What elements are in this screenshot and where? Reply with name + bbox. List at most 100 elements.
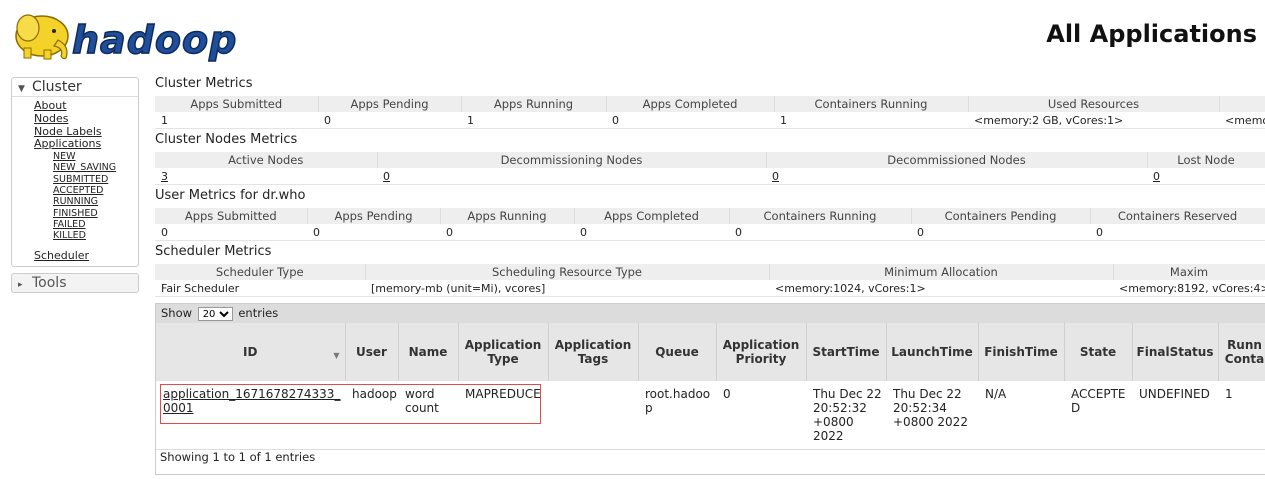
col-header: Containers Reserved: [1090, 208, 1265, 224]
cell-start-time: Thu Dec 22 20:52:32 +0800 2022: [806, 381, 886, 450]
col-header-application-tags[interactable]: Application Tags: [548, 323, 639, 381]
sidebar-link-submitted[interactable]: SUBMITTED: [53, 174, 138, 185]
sidebar-link-finished[interactable]: FINISHED: [53, 208, 138, 219]
sidebar: ▼ Cluster About Nodes Node Labels Applica…: [11, 77, 139, 294]
id-header-label: ID: [243, 345, 258, 359]
cell-type: MAPREDUCE: [458, 381, 548, 450]
col-header-name[interactable]: Name: [398, 323, 459, 381]
col-header: [1219, 96, 1265, 112]
col-header-user[interactable]: User: [345, 323, 399, 381]
cluster-links: About Nodes Node Labels Applications NEW…: [12, 97, 138, 266]
cell-finish-time: N/A: [978, 381, 1064, 450]
col-header-state[interactable]: State: [1064, 323, 1133, 381]
tools-menu: ▸ Tools: [11, 273, 139, 294]
metric-value: <memory:8192, vCores:4>: [1113, 280, 1265, 297]
sidebar-link-running[interactable]: RUNNING: [53, 196, 138, 207]
tools-menu-header[interactable]: ▸ Tools: [12, 274, 138, 292]
show-label: Show: [161, 306, 193, 320]
sidebar-link-killed[interactable]: KILLED: [53, 230, 138, 241]
sidebar-link-nodes[interactable]: Nodes: [34, 112, 138, 126]
caret-right-icon: ▸: [18, 280, 23, 291]
user-metrics-title: User Metrics for dr.who: [155, 188, 306, 203]
page-size-select[interactable]: 20: [197, 307, 233, 321]
col-header: Containers Running: [729, 208, 912, 224]
cluster-menu-header[interactable]: ▼ Cluster: [12, 78, 138, 97]
col-header: Containers Running: [774, 96, 969, 112]
applications-panel: Show 20 entries ID ▼ User Name Applicatio…: [155, 303, 1265, 475]
col-header: Apps Running: [440, 208, 575, 224]
metric-value: <memo: [1219, 112, 1265, 129]
col-header-running-containers[interactable]: Runn Conta: [1218, 323, 1265, 381]
entries-label: entries: [238, 306, 279, 320]
caret-down-icon: ▼: [18, 84, 25, 94]
cell-launch-time: Thu Dec 22 20:52:34 +0800 2022: [886, 381, 978, 450]
tools-label: Tools: [32, 275, 67, 292]
cell-priority: 0: [716, 381, 806, 450]
col-header: Decommissioning Nodes: [377, 152, 767, 168]
cell-running-containers: 1: [1218, 381, 1265, 450]
page-size-control: Show 20 entries: [156, 304, 1265, 323]
metric-value: 0: [911, 224, 1090, 241]
col-header: Containers Pending: [911, 208, 1091, 224]
lost-nodes-link[interactable]: 0: [1153, 170, 1160, 183]
application-id-link[interactable]: application_1671678274333_0001: [163, 387, 340, 415]
col-header: Decommissioned Nodes: [766, 152, 1148, 168]
header: hadoop All Applications: [0, 0, 1265, 72]
sidebar-link-new[interactable]: NEW: [53, 151, 138, 162]
scheduler-metrics-title: Scheduler Metrics: [155, 244, 272, 259]
metric-value: 0: [574, 224, 729, 241]
metric-value: 0: [307, 224, 440, 241]
sidebar-link-new-saving[interactable]: NEW_SAVING: [53, 162, 138, 173]
col-header-queue[interactable]: Queue: [638, 323, 717, 381]
cluster-menu: ▼ Cluster About Nodes Node Labels Applica…: [11, 77, 139, 268]
metric-value: [memory-mb (unit=Mi), vcores]: [365, 280, 769, 297]
table-row: application_1671678274333_0001 hadoop wo…: [156, 381, 1265, 450]
col-header-final-status[interactable]: FinalStatus: [1132, 323, 1219, 381]
col-header: Apps Pending: [307, 208, 441, 224]
metric-value: 0: [1090, 224, 1265, 241]
metric-value: 0: [440, 224, 574, 241]
cell-tags: [548, 381, 638, 450]
metric-value: 0: [318, 112, 461, 129]
sidebar-link-about[interactable]: About: [34, 99, 138, 113]
table-info: Showing 1 to 1 of 1 entries: [160, 450, 316, 464]
cell-user: hadoop: [345, 381, 398, 450]
sidebar-link-accepted[interactable]: ACCEPTED: [53, 185, 138, 196]
hadoop-logo[interactable]: hadoop: [10, 6, 240, 66]
metric-value: 0: [155, 224, 307, 241]
col-header: Apps Completed: [606, 96, 775, 112]
sidebar-link-applications[interactable]: Applications: [34, 138, 138, 151]
col-header-application-type[interactable]: Application Type: [458, 323, 549, 381]
decommissioned-nodes-link[interactable]: 0: [772, 170, 779, 183]
sidebar-link-scheduler[interactable]: Scheduler: [34, 249, 138, 263]
metric-value: 0: [729, 224, 911, 241]
metric-value: 0: [606, 112, 774, 129]
cell-name: word count: [398, 381, 458, 450]
col-header-launch-time[interactable]: LaunchTime: [886, 323, 979, 381]
cluster-metrics-title: Cluster Metrics: [155, 76, 253, 91]
col-header: Scheduler Type: [155, 264, 366, 280]
sidebar-link-failed[interactable]: FAILED: [53, 219, 138, 230]
col-header: Maxim: [1113, 264, 1265, 280]
col-header: Apps Pending: [318, 96, 462, 112]
col-header: Apps Completed: [574, 208, 730, 224]
main-content: Cluster Metrics Apps Submitted Apps Pend…: [155, 76, 1265, 300]
col-header-finish-time[interactable]: FinishTime: [978, 323, 1065, 381]
metric-value: 1: [155, 112, 318, 129]
col-header: Minimum Allocation: [769, 264, 1114, 280]
col-header: Apps Submitted: [155, 96, 319, 112]
applications-table: ID ▼ User Name Application Type Applicati…: [156, 323, 1265, 450]
col-header: Apps Running: [461, 96, 607, 112]
col-header-application-priority[interactable]: Application Priority: [716, 323, 807, 381]
metric-value: <memory:1024, vCores:1>: [769, 280, 1113, 297]
metric-value: 1: [774, 112, 968, 129]
app-state-links: NEW NEW_SAVING SUBMITTED ACCEPTED RUNNIN…: [34, 151, 138, 241]
active-nodes-link[interactable]: 3: [161, 170, 168, 183]
col-header: Lost Node: [1147, 152, 1265, 168]
scheduler-metrics-table: Scheduler Type Scheduling Resource Type …: [155, 264, 1265, 297]
col-header: Active Nodes: [155, 152, 378, 168]
decommissioning-nodes-link[interactable]: 0: [383, 170, 390, 183]
metric-value: <memory:2 GB, vCores:1>: [968, 112, 1219, 129]
col-header-start-time[interactable]: StartTime: [806, 323, 887, 381]
col-header-id[interactable]: ID ▼: [156, 323, 346, 381]
